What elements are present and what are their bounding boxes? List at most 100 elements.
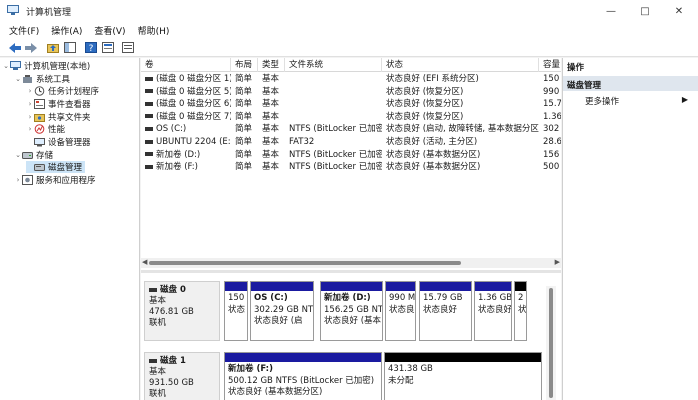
chevron-right-icon[interactable]: › — [26, 87, 34, 95]
back-button[interactable] — [8, 41, 21, 54]
column-header-filesystem[interactable]: 文件系统 — [285, 58, 382, 72]
tree-item-services-and-applications[interactable]: › 服务和应用程序 — [14, 174, 96, 186]
table-row[interactable]: (磁盘 0 磁盘分区 7) 简单 基本 状态良好 (恢复分区) 1.36 — [141, 111, 561, 124]
partition-block[interactable]: 1.36 GB 状态良好 — [474, 281, 512, 341]
forward-button[interactable] — [24, 41, 37, 54]
table-row[interactable]: (磁盘 0 磁盘分区 5) 简单 基本 状态良好 (恢复分区) 990 — [141, 86, 561, 99]
column-header-capacity[interactable]: 容量 — [539, 58, 561, 72]
partition-bar — [251, 282, 313, 291]
clock-icon — [34, 86, 45, 96]
table-cell: 简单 — [231, 149, 258, 162]
table-cell: 基本 — [258, 149, 285, 162]
partition-line2: 状态良好 (基本 — [324, 316, 382, 326]
close-button[interactable]: ✕ — [662, 0, 696, 22]
computer-management-window: 计算机管理 — □ ✕ 文件(F) 操作(A) 查看(V) 帮助(H) ? ⌄ … — [0, 0, 698, 400]
cell-text: 简单 — [235, 74, 253, 84]
menu-file[interactable]: 文件(F) — [9, 24, 39, 37]
partition-block[interactable]: 150 状态 — [224, 281, 248, 341]
disk-0-label[interactable]: 磁盘 0 基本 476.81 GB 联机 — [144, 281, 220, 341]
chevron-down-icon[interactable]: ⌄ — [14, 75, 22, 83]
table-cell: 简单 — [231, 111, 258, 124]
table-cell: (磁盘 0 磁盘分区 1) — [141, 73, 231, 86]
chevron-right-icon[interactable]: › — [26, 100, 34, 108]
table-row[interactable]: 新加卷 (D:) 简单 基本 NTFS (BitLocker 已加密) 状态良好 (基本… — [141, 149, 561, 162]
column-header-type[interactable]: 类型 — [258, 58, 285, 72]
partition-bar — [321, 282, 382, 291]
tree-item-computer-management[interactable]: ⌄ 计算机管理(本地) — [2, 60, 138, 72]
scroll-right-icon[interactable]: ▶ — [555, 258, 560, 266]
cell-text: 302 — [543, 124, 560, 135]
tree-item-device-manager[interactable]: 设备管理器 — [26, 136, 91, 148]
tree-item-disk-management[interactable]: 磁盘管理 — [26, 161, 86, 173]
chevron-down-icon[interactable]: ⌄ — [2, 62, 10, 70]
partition-block[interactable]: 15.79 GB 状态良好 — [419, 281, 472, 341]
chevron-right-icon[interactable]: ▶ — [682, 95, 688, 104]
chevron-right-icon[interactable]: › — [26, 125, 34, 133]
menu-help[interactable]: 帮助(H) — [138, 24, 170, 37]
table-row[interactable]: (磁盘 0 磁盘分区 1) 简单 基本 状态良好 (EFI 系统分区) 150 — [141, 73, 561, 86]
disk-size: 931.50 GB — [149, 378, 194, 388]
minimize-button[interactable]: — — [594, 0, 628, 22]
volume-list-header: 卷 布局 类型 文件系统 状态 容量 — [141, 58, 561, 72]
tree-item-storage[interactable]: ⌄ 存储 — [14, 149, 53, 161]
partition-block[interactable]: 新加卷 (D:)156.25 GB NTFS状态良好 (基本 — [320, 281, 383, 341]
table-row[interactable]: 新加卷 (F:) 简单 基本 NTFS (BitLocker 已加密) 状态良好 (基本… — [141, 161, 561, 174]
table-row[interactable]: (磁盘 0 磁盘分区 6) 简单 基本 状态良好 (恢复分区) 15.7 — [141, 98, 561, 111]
partition-block[interactable]: OS (C:)302.29 GB NTFS状态良好 (启 — [250, 281, 314, 341]
table-cell: (磁盘 0 磁盘分区 7) — [141, 111, 231, 124]
partition-block[interactable]: 新加卷 (F:) 500.12 GB NTFS (BitLocker 已加密) 状态… — [224, 352, 382, 400]
disk-management-icon — [34, 164, 45, 171]
maximize-button[interactable]: □ — [628, 0, 662, 22]
menu-action[interactable]: 操作(A) — [51, 24, 82, 37]
horizontal-scrollbar[interactable]: ◀ ▶ — [141, 258, 561, 268]
partition-info: 990 M 状态良 — [386, 291, 415, 318]
partition-line1: 15.79 GB — [423, 293, 463, 303]
partition-line1: 431.38 GB — [388, 364, 433, 374]
partition-line2: 状态良好 (启 — [254, 316, 303, 326]
disk-status: 联机 — [149, 389, 167, 399]
partition-bar — [515, 282, 526, 291]
table-cell: 150 — [539, 73, 561, 86]
console-tree: ⌄ 计算机管理(本地) ⌄ 系统工具 › 任务计划程序 › 事件查看器 › 共享… — [0, 58, 140, 400]
tree-item-task-scheduler[interactable]: › 任务计划程序 — [26, 85, 99, 97]
chevron-right-icon[interactable]: › — [14, 176, 22, 184]
table-cell: NTFS (BitLocker 已加密) — [285, 123, 382, 136]
cell-text: 简单 — [235, 111, 253, 122]
partition-info: 15.79 GB 状态良好 — [420, 291, 471, 318]
partition-block[interactable]: 990 M 状态良 — [385, 281, 416, 341]
view-button[interactable] — [121, 41, 134, 54]
tree-item-performance[interactable]: › 性能 — [26, 123, 65, 135]
properties-button[interactable] — [101, 41, 114, 54]
column-header-volume[interactable]: 卷 — [141, 58, 231, 72]
event-viewer-icon — [34, 99, 45, 109]
scrollbar-thumb[interactable] — [149, 261, 461, 265]
tree-item-system-tools[interactable]: ⌄ 系统工具 — [14, 73, 70, 85]
tree-item-event-viewer[interactable]: › 事件查看器 — [26, 98, 91, 110]
table-row[interactable]: OS (C:) 简单 基本 NTFS (BitLocker 已加密) 状态良好 (启动,… — [141, 123, 561, 136]
up-level-button[interactable] — [46, 41, 59, 54]
chevron-down-icon[interactable]: ⌄ — [14, 151, 22, 159]
show-hide-tree-button[interactable] — [63, 41, 76, 54]
volume-icon — [145, 126, 153, 131]
disk-1-label[interactable]: 磁盘 1 基本 931.50 GB 联机 — [144, 352, 220, 400]
column-header-status[interactable]: 状态 — [382, 58, 539, 72]
partition-title: OS (C:) — [254, 293, 288, 303]
pane-splitter[interactable] — [141, 270, 561, 273]
column-header-layout[interactable]: 布局 — [231, 58, 258, 72]
table-row[interactable]: UBUNTU 2204 (E:) 简单 基本 FAT32 状态良好 (活动, 主分区) 2… — [141, 136, 561, 149]
title-bar[interactable]: 计算机管理 — □ ✕ — [0, 0, 698, 22]
more-actions-link[interactable]: 更多操作 — [585, 95, 619, 107]
scrollbar-thumb[interactable] — [549, 288, 553, 398]
partition-block[interactable]: 431.38 GB 未分配 — [384, 352, 542, 400]
partition-block[interactable]: 2状 — [514, 281, 527, 341]
scroll-left-icon[interactable]: ◀ — [142, 258, 147, 266]
table-cell: 基本 — [258, 86, 285, 99]
help-button[interactable]: ? — [84, 41, 97, 54]
partition-line2: 状态 — [228, 304, 246, 315]
cell-text: 状态良好 (启动, 故障转储, 基本数据分区) — [386, 124, 539, 135]
actions-section-disk-management[interactable]: 磁盘管理 — [563, 76, 698, 91]
chevron-right-icon[interactable]: › — [26, 113, 34, 121]
vertical-scrollbar[interactable] — [546, 286, 556, 400]
tree-item-shared-folders[interactable]: › 共享文件夹 — [26, 111, 91, 123]
menu-view[interactable]: 查看(V) — [94, 24, 125, 37]
